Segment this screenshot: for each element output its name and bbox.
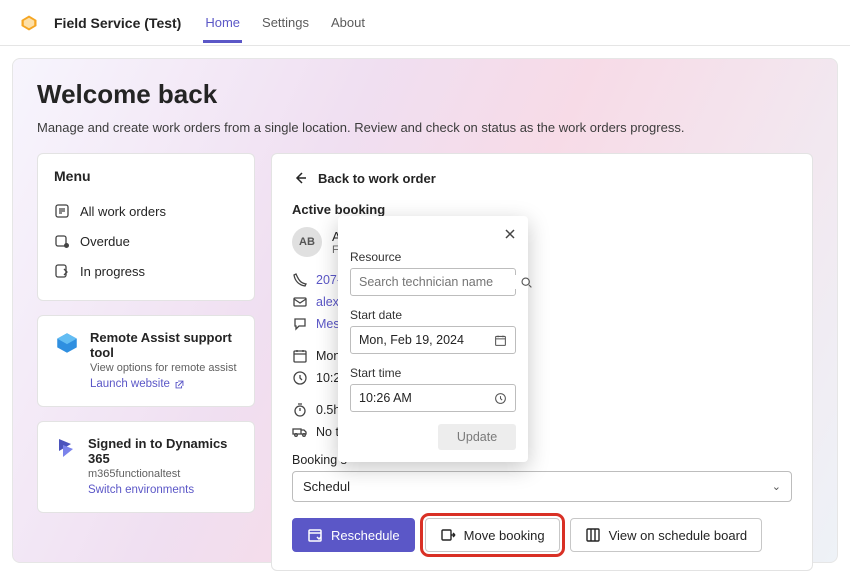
close-icon[interactable] [502, 226, 518, 242]
arrow-left-icon [292, 170, 308, 186]
clock-icon [292, 370, 308, 386]
update-button[interactable]: Update [438, 424, 516, 450]
welcome-subtitle: Manage and create work orders from a sin… [37, 120, 813, 135]
back-to-work-order[interactable]: Back to work order [292, 170, 792, 186]
start-time-input[interactable]: 10:26 AM [350, 384, 516, 412]
overdue-icon [54, 233, 70, 249]
switch-env-link[interactable]: Switch environments [88, 484, 194, 496]
top-bar: Field Service (Test) Home Settings About [0, 0, 850, 46]
move-booking-icon [440, 527, 456, 543]
move-booking-button[interactable]: Move booking [425, 518, 560, 552]
brand-icon [20, 14, 38, 32]
button-label: Reschedule [331, 528, 400, 543]
button-label: View on schedule board [609, 528, 748, 543]
menu-item-label: In progress [80, 264, 145, 279]
top-nav: Home Settings About [203, 3, 367, 43]
search-icon [520, 276, 533, 289]
chat-icon [292, 316, 308, 332]
signed-in-card: Signed in to Dynamics 365 m365functional… [37, 421, 255, 513]
mail-icon [292, 294, 308, 310]
button-label: Move booking [464, 528, 545, 543]
booking-status-select[interactable]: Schedul ⌄ [292, 471, 792, 502]
menu-item-overdue[interactable]: Overdue [54, 226, 238, 256]
app-title: Field Service (Test) [54, 15, 181, 31]
list-icon [54, 203, 70, 219]
board-icon [585, 527, 601, 543]
remote-title: Remote Assist support tool [90, 330, 238, 360]
external-link-icon [174, 379, 185, 390]
menu-item-all-work-orders[interactable]: All work orders [54, 196, 238, 226]
dynamics-icon [54, 436, 78, 460]
reschedule-button[interactable]: Reschedule [292, 518, 415, 552]
link-label: Launch website [90, 378, 170, 390]
truck-icon [292, 424, 308, 440]
resource-input-field[interactable] [359, 275, 520, 289]
welcome-title: Welcome back [37, 79, 813, 110]
start-date-value: Mon, Feb 19, 2024 [359, 333, 464, 347]
phone-icon [292, 272, 308, 288]
menu-item-in-progress[interactable]: In progress [54, 256, 238, 286]
menu-card: Menu All work orders Overdue In progress [37, 153, 255, 301]
remote-assist-card: Remote Assist support tool View options … [37, 315, 255, 407]
nav-home[interactable]: Home [203, 3, 242, 43]
nav-about[interactable]: About [329, 3, 367, 43]
avatar: AB [292, 227, 322, 257]
stage: Welcome back Manage and create work orde… [12, 58, 838, 563]
menu-heading: Menu [54, 168, 238, 184]
signed-subtitle: m365functionaltest [88, 468, 238, 480]
calendar-icon [292, 348, 308, 364]
status-selected-value: Schedul [303, 479, 350, 494]
resource-search-input[interactable] [350, 268, 516, 296]
nav-settings[interactable]: Settings [260, 3, 311, 43]
clock-picker-icon [494, 392, 507, 405]
calendar-picker-icon [494, 334, 507, 347]
active-booking-heading: Active booking [292, 202, 792, 217]
signed-title: Signed in to Dynamics 365 [88, 436, 238, 466]
in-progress-icon [54, 263, 70, 279]
remote-subtitle: View options for remote assist [90, 362, 238, 374]
cube-icon [54, 330, 80, 356]
move-booking-popover: Resource Start date Mon, Feb 19, 2024 St… [338, 216, 528, 462]
start-time-value: 10:26 AM [359, 391, 412, 405]
chevron-down-icon: ⌄ [772, 480, 781, 493]
menu-item-label: Overdue [80, 234, 130, 249]
start-date-input[interactable]: Mon, Feb 19, 2024 [350, 326, 516, 354]
resource-label: Resource [350, 250, 516, 264]
start-time-label: Start time [350, 366, 516, 380]
reschedule-icon [307, 527, 323, 543]
view-schedule-board-button[interactable]: View on schedule board [570, 518, 763, 552]
remote-launch-link[interactable]: Launch website [90, 378, 185, 390]
menu-item-label: All work orders [80, 204, 166, 219]
timer-icon [292, 402, 308, 418]
back-label: Back to work order [318, 171, 436, 186]
start-date-label: Start date [350, 308, 516, 322]
